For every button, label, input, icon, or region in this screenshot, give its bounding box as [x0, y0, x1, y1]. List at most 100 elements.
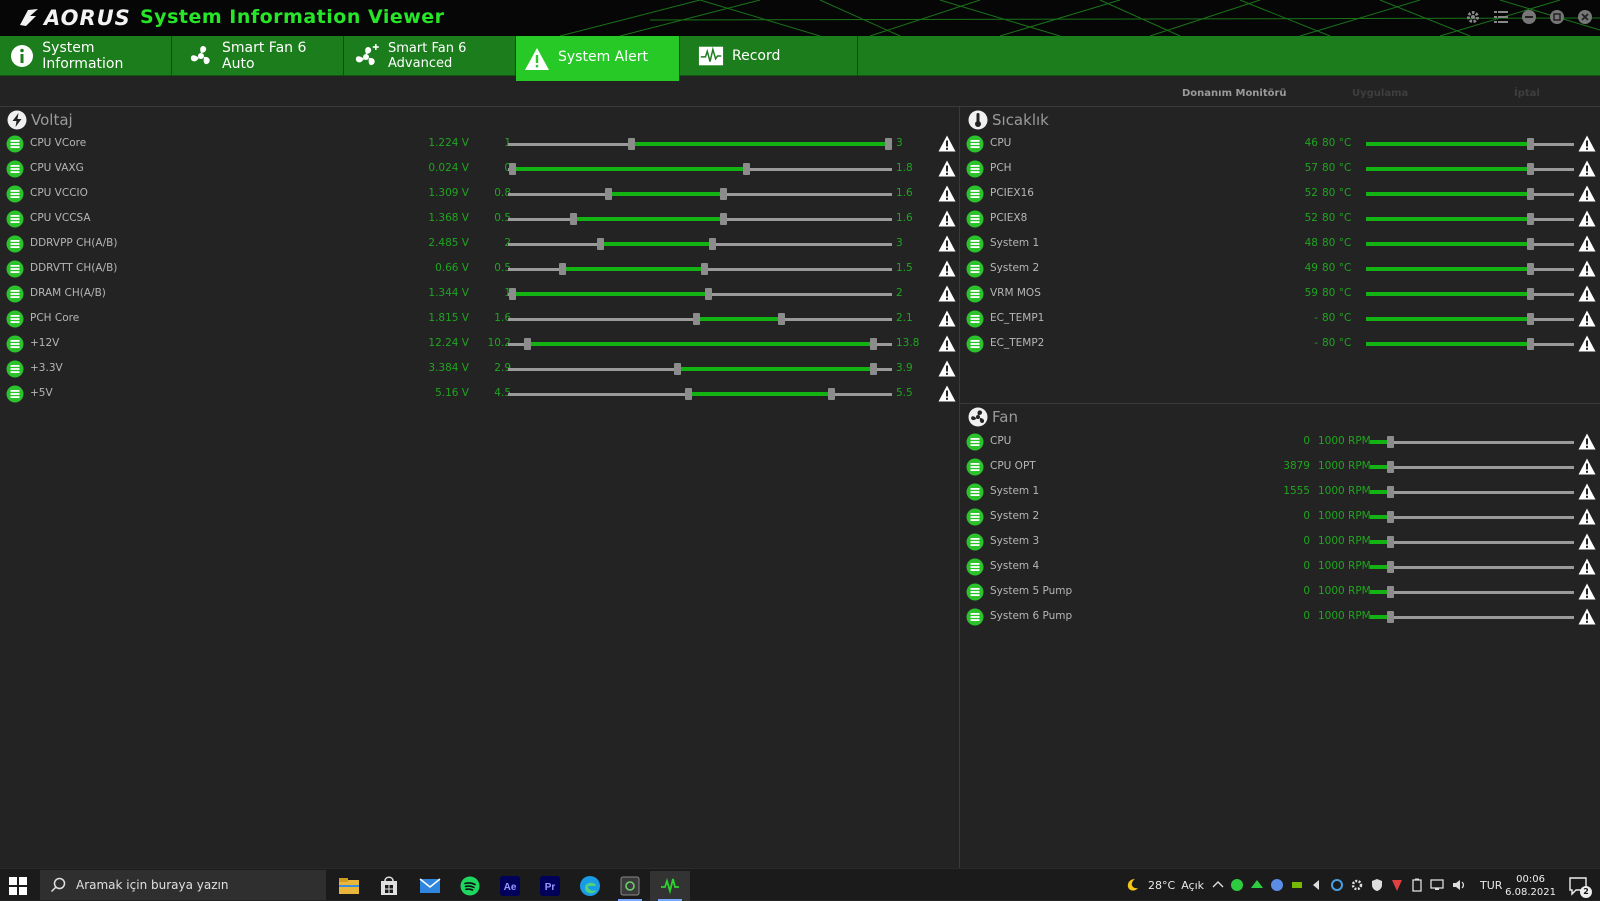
alert-toggle-icon[interactable]: [1578, 285, 1596, 303]
tab-record[interactable]: Record: [686, 36, 858, 76]
alert-toggle-icon[interactable]: [938, 135, 956, 153]
alert-toggle-icon[interactable]: [1578, 135, 1596, 153]
list-icon[interactable]: [966, 310, 984, 328]
threshold-handle[interactable]: [1527, 338, 1535, 350]
edge-icon[interactable]: [570, 871, 610, 901]
alert-toggle-icon[interactable]: [938, 360, 956, 378]
list-icon[interactable]: [966, 458, 984, 476]
max-threshold-handle[interactable]: [720, 213, 728, 225]
alert-toggle-icon[interactable]: [938, 335, 956, 353]
file-explorer-icon[interactable]: [329, 871, 369, 901]
max-threshold-handle[interactable]: [777, 313, 785, 325]
apply-button[interactable]: Uygulama: [1352, 88, 1408, 99]
notification-center-icon[interactable]: 2: [1568, 876, 1592, 898]
min-threshold-handle[interactable]: [524, 338, 532, 350]
list-icon[interactable]: [6, 160, 24, 178]
alert-toggle-icon[interactable]: [1578, 310, 1596, 328]
max-threshold-handle[interactable]: [869, 363, 877, 375]
alert-toggle-icon[interactable]: [938, 285, 956, 303]
alert-toggle-icon[interactable]: [1578, 185, 1596, 203]
alert-toggle-icon[interactable]: [1578, 433, 1596, 451]
min-threshold-handle[interactable]: [597, 238, 605, 250]
list-icon[interactable]: [966, 285, 984, 303]
min-threshold-handle[interactable]: [693, 313, 701, 325]
list-icon[interactable]: [966, 508, 984, 526]
alert-toggle-icon[interactable]: [938, 185, 956, 203]
alert-toggle-icon[interactable]: [1578, 335, 1596, 353]
list-icon[interactable]: [966, 433, 984, 451]
threshold-handle[interactable]: [1527, 263, 1535, 275]
tray-app-icon[interactable]: [1330, 878, 1344, 892]
alert-toggle-icon[interactable]: [1578, 483, 1596, 501]
threshold-handle[interactable]: [1527, 238, 1535, 250]
tray-app-icon[interactable]: [1290, 878, 1304, 892]
network-icon[interactable]: [1430, 878, 1446, 892]
min-threshold-handle[interactable]: [673, 363, 681, 375]
app-icon[interactable]: [610, 871, 650, 901]
alert-toggle-icon[interactable]: [938, 310, 956, 328]
alert-toggle-icon[interactable]: [938, 235, 956, 253]
settings-gear-icon[interactable]: [1350, 878, 1364, 892]
threshold-handle[interactable]: [1387, 536, 1395, 548]
list-icon[interactable]: [966, 210, 984, 228]
threshold-handle[interactable]: [1387, 561, 1395, 573]
hardware-monitor-link[interactable]: Donanım Monitörü: [1182, 88, 1287, 99]
min-threshold-handle[interactable]: [685, 388, 693, 400]
max-threshold-handle[interactable]: [885, 138, 893, 150]
threshold-handle[interactable]: [1527, 138, 1535, 150]
threshold-handle[interactable]: [1387, 586, 1395, 598]
list-icon[interactable]: [966, 533, 984, 551]
threshold-handle[interactable]: [1387, 461, 1395, 473]
spotify-icon[interactable]: [450, 871, 490, 901]
alert-toggle-icon[interactable]: [938, 160, 956, 178]
threshold-handle[interactable]: [1527, 188, 1535, 200]
windows-start-icon[interactable]: [8, 876, 28, 896]
tray-app-icon[interactable]: [1250, 878, 1264, 892]
weather-widget[interactable]: 28°C Açık: [1126, 869, 1204, 901]
list-icon[interactable]: [966, 335, 984, 353]
taskbar-clock[interactable]: 00:06 6.08.2021: [1505, 873, 1556, 899]
tab-system-information[interactable]: System Information: [0, 36, 172, 76]
max-threshold-handle[interactable]: [720, 188, 728, 200]
list-icon[interactable]: [6, 360, 24, 378]
tray-app-icon[interactable]: [1390, 878, 1404, 892]
list-icon[interactable]: [6, 260, 24, 278]
list-icon[interactable]: [6, 385, 24, 403]
max-threshold-handle[interactable]: [708, 238, 716, 250]
list-icon[interactable]: [966, 160, 984, 178]
min-threshold-handle[interactable]: [558, 263, 566, 275]
threshold-handle[interactable]: [1527, 163, 1535, 175]
close-icon[interactable]: [1576, 8, 1594, 26]
threshold-handle[interactable]: [1387, 511, 1395, 523]
list-icon[interactable]: [966, 235, 984, 253]
alert-toggle-icon[interactable]: [1578, 210, 1596, 228]
alert-toggle-icon[interactable]: [938, 210, 956, 228]
tab-smart-fan-6-auto[interactable]: Smart Fan 6 Auto: [172, 36, 344, 76]
mail-icon[interactable]: [410, 871, 450, 901]
after-effects-icon[interactable]: Ae: [490, 871, 530, 901]
max-threshold-handle[interactable]: [700, 263, 708, 275]
sysinfo-viewer-icon[interactable]: [650, 871, 690, 901]
tray-app-icon[interactable]: [1310, 878, 1324, 892]
min-threshold-handle[interactable]: [570, 213, 578, 225]
language-indicator[interactable]: TUR: [1480, 879, 1502, 892]
alert-toggle-icon[interactable]: [1578, 160, 1596, 178]
max-threshold-handle[interactable]: [743, 163, 751, 175]
tab-system-alert[interactable]: System Alert: [516, 36, 680, 81]
store-icon[interactable]: [369, 871, 409, 901]
min-threshold-handle[interactable]: [627, 138, 635, 150]
list-icon[interactable]: [6, 210, 24, 228]
list-icon[interactable]: [6, 235, 24, 253]
list-icon[interactable]: [966, 135, 984, 153]
alert-toggle-icon[interactable]: [1578, 260, 1596, 278]
list-icon[interactable]: [966, 483, 984, 501]
list-icon[interactable]: [6, 310, 24, 328]
threshold-handle[interactable]: [1387, 486, 1395, 498]
tray-app-icon[interactable]: [1230, 878, 1244, 892]
list-menu-icon[interactable]: [1492, 8, 1510, 26]
tray-app-icon[interactable]: [1270, 878, 1284, 892]
list-icon[interactable]: [966, 558, 984, 576]
threshold-handle[interactable]: [1527, 313, 1535, 325]
min-threshold-handle[interactable]: [508, 163, 516, 175]
battery-icon[interactable]: [1410, 878, 1424, 892]
